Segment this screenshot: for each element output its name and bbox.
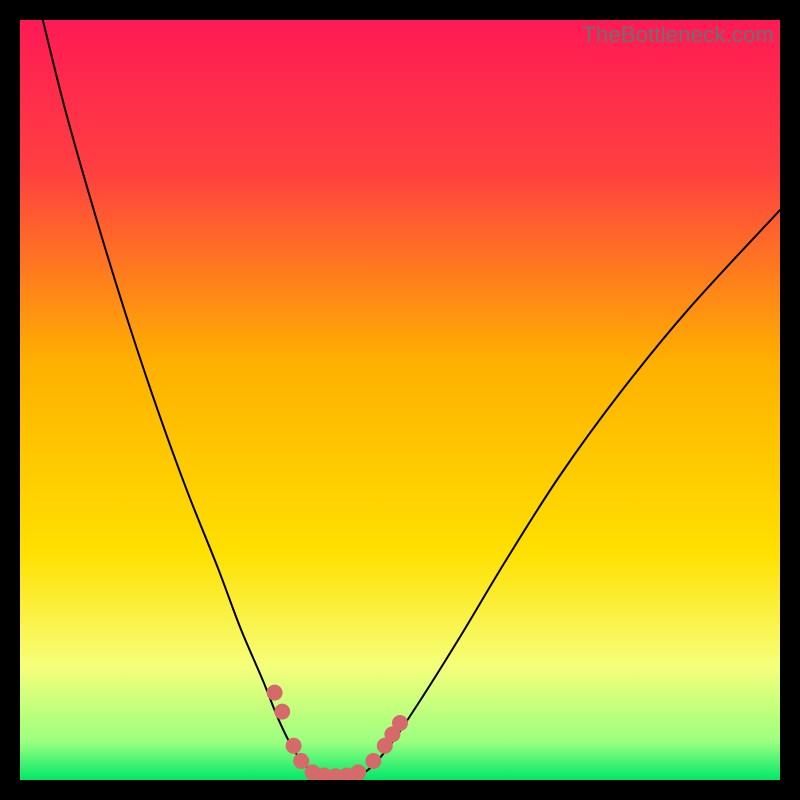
marker-dot: [274, 704, 290, 720]
marker-dot: [286, 738, 302, 754]
marker-dot: [365, 753, 381, 769]
watermark-text: TheBottleneck.com: [582, 22, 774, 48]
chart-frame: TheBottleneck.com: [20, 20, 780, 780]
marker-dot: [350, 764, 366, 780]
marker-dot: [392, 715, 408, 731]
marker-dot: [293, 753, 309, 769]
marker-dot: [267, 685, 283, 701]
chart-background: [20, 20, 780, 780]
chart-svg: [20, 20, 780, 780]
